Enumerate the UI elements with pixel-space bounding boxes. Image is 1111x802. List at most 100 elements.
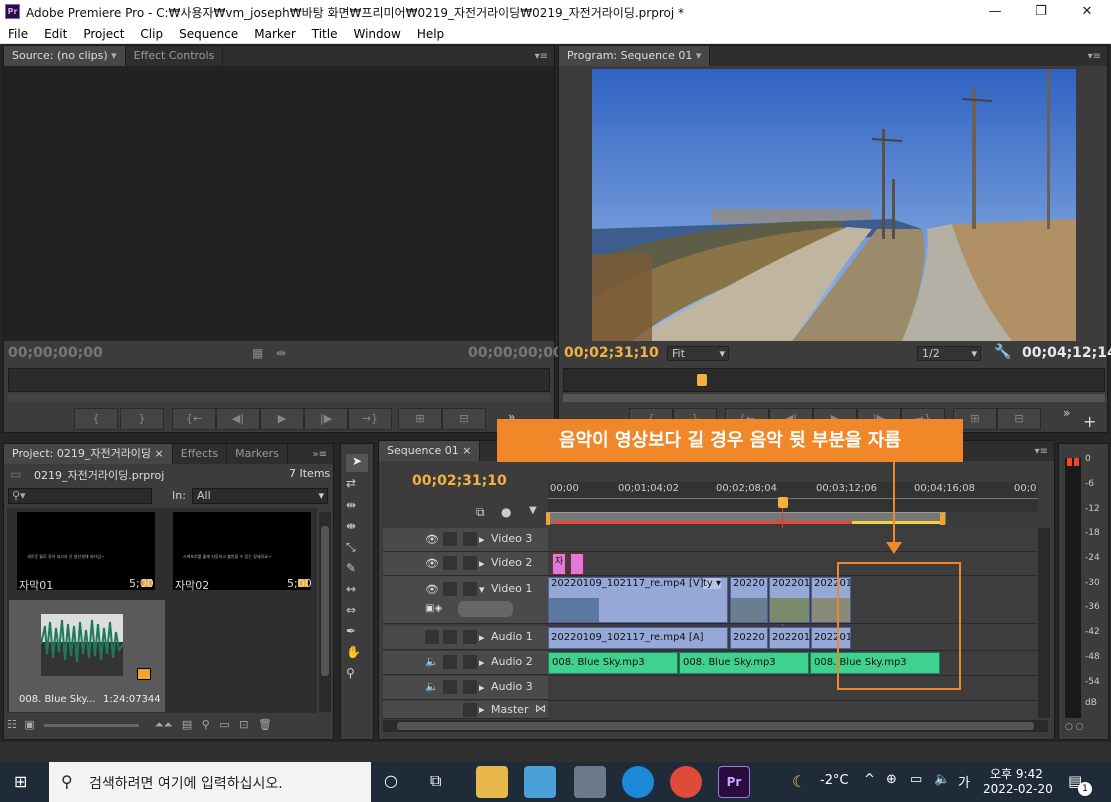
lock-toggle[interactable] [443,532,457,546]
bin-item-audio[interactable]: 008. Blue Sky... 1:24:07344 [9,600,165,712]
automate-icon[interactable]: ⏶⏶ [155,718,173,731]
collapse-toggle[interactable] [463,582,477,596]
menu-clip[interactable]: Clip [132,24,171,43]
keyframe-display-icon[interactable]: ▣◈ [425,603,442,614]
step-forward-button[interactable]: |▶ [304,408,348,430]
work-area-in[interactable] [546,513,550,525]
panel-menu-icon[interactable]: ▾≡ [1088,51,1107,62]
maximize-button[interactable]: ❐ [1018,0,1064,24]
v1-clip-2[interactable]: 20220 [730,577,768,623]
slip-tool-icon[interactable]: ↔ [346,582,356,596]
zoom-slider[interactable] [44,723,140,727]
tab-project[interactable]: Project: 0219_자전거라이딩 × [4,444,173,464]
track-select-tool-icon[interactable]: ⇄ [346,476,356,490]
rate-stretch-tool-icon[interactable]: ⤡ [346,540,356,555]
ripple-edit-tool-icon[interactable]: ⇹ [346,498,356,512]
rolling-edit-tool-icon[interactable]: ⇼ [346,519,356,533]
marker-icon[interactable]: ● [501,505,511,519]
list-view-icon[interactable]: ☷ [7,718,17,731]
eye-icon[interactable]: 👁 [425,583,439,596]
v1-clip-3[interactable]: 2022010 [769,577,810,623]
new-bin-icon[interactable]: ▭ [219,718,229,731]
work-area-out[interactable] [940,513,945,525]
lock-toggle[interactable] [443,680,457,694]
add-button-icon[interactable]: + [1083,412,1096,431]
weather-icon[interactable]: ☾ [792,772,806,791]
source-zoom-bar[interactable] [8,394,550,402]
go-to-out-button[interactable]: →} [348,408,392,430]
timeline-hscrollbar[interactable] [383,720,1048,732]
a1-clip-3[interactable]: 2022010 [769,627,810,649]
timeline-vscrollbar[interactable] [1038,528,1050,718]
menu-help[interactable]: Help [409,24,452,43]
panel-menu-icon[interactable]: ▾≡ [1035,446,1054,457]
drag-audio-icon[interactable]: ⇹ [276,346,286,360]
lock-toggle[interactable] [443,630,457,644]
menu-file[interactable]: File [0,24,36,43]
collapse-toggle[interactable] [463,680,477,694]
collapse-toggle[interactable] [463,703,477,717]
selection-tool-icon[interactable]: ➤ [346,454,368,472]
razor-tool-icon[interactable]: ✎ [346,561,356,575]
step-back-button[interactable]: ◀| [216,408,260,430]
clock-time[interactable]: 오후 9:42 [990,765,1043,782]
add-marker-icon[interactable]: ▼ [529,505,537,516]
icon-view-icon[interactable]: ▣ [24,718,34,731]
new-item-icon[interactable]: ⊡ [239,718,248,731]
mark-out-button[interactable]: } [120,408,164,430]
collapse-toggle[interactable] [463,655,477,669]
hand-tool-icon[interactable]: ✋ [346,645,361,659]
ime-indicator[interactable]: 가 [958,772,970,791]
mute-toggle[interactable] [425,630,439,644]
program-zoom-bar[interactable] [563,394,1105,402]
volume-icon[interactable]: 🔈 [934,772,950,787]
clock-date[interactable]: 2022-02-20 [983,782,1053,796]
menu-sequence[interactable]: Sequence [171,24,246,43]
tab-sequence[interactable]: Sequence 01 × [379,441,481,461]
panel-menu-icon[interactable]: »≡ [313,449,334,460]
lock-toggle[interactable] [443,556,457,570]
expand-icon[interactable]: ▸ [479,656,485,669]
windows-start-icon[interactable]: ⊞ [14,772,27,791]
menu-edit[interactable]: Edit [36,24,75,43]
network-icon[interactable]: ▭ [910,772,922,787]
snap-icon[interactable]: ⧉ [476,505,485,520]
insert-button[interactable]: ⊞ [398,408,442,430]
expand-icon[interactable]: ▸ [479,703,485,716]
keyframe-nav[interactable] [458,601,513,617]
menu-window[interactable]: Window [345,24,408,43]
eye-icon[interactable]: 👁 [425,557,439,570]
minimize-button[interactable]: — [972,0,1018,24]
premiere-taskbar-icon[interactable]: Pr [718,766,750,798]
expand-icon[interactable]: ▸ [479,681,485,694]
go-to-in-button[interactable]: {← [172,408,216,430]
program-scrubber[interactable] [563,368,1105,392]
timeline-ruler[interactable]: 00;00 00;01;04;02 00;02;08;04 00;03;12;0… [548,482,1038,512]
tab-effect-controls[interactable]: Effect Controls [126,46,224,66]
find-icon[interactable]: ⚲ [202,718,210,731]
mark-in-button[interactable]: { [74,408,118,430]
resolution-dropdown[interactable]: 1/2 ▾ [917,346,981,361]
project-search-input[interactable]: ⚲▾ [8,488,152,504]
expand-icon[interactable]: ▸ [479,557,485,570]
a2-clip-2[interactable]: 008. Blue Sky.mp3 [679,652,809,674]
file-explorer-icon[interactable] [476,766,508,798]
taskbar-search[interactable]: ⚲ 검색하려면 여기에 입력하십시오. [49,762,371,802]
film-icon[interactable]: ▦ [252,346,263,360]
speaker-icon[interactable]: 🔈 [425,655,439,668]
eye-icon[interactable]: 👁 [425,533,439,546]
lock-toggle[interactable] [443,582,457,596]
calculator-icon[interactable] [574,766,606,798]
collapse-toggle[interactable] [463,532,477,546]
lock-toggle[interactable] [443,655,457,669]
bin-icon[interactable]: ▤ [182,718,192,731]
tab-markers[interactable]: Markers [227,444,288,464]
project-scrollbar[interactable] [319,512,331,712]
speaker-icon[interactable]: 🔈 [425,680,439,693]
panel-menu-icon[interactable]: ▾≡ [535,51,554,62]
overwrite-button[interactable]: ⊟ [442,408,486,430]
a1-clip-1[interactable]: 20220109_102117_re.mp4 [A] [548,627,728,649]
menu-project[interactable]: Project [75,24,132,43]
solo-buttons[interactable]: ○ ○ [1065,722,1084,732]
fit-dropdown[interactable]: Fit ▾ [667,346,729,361]
